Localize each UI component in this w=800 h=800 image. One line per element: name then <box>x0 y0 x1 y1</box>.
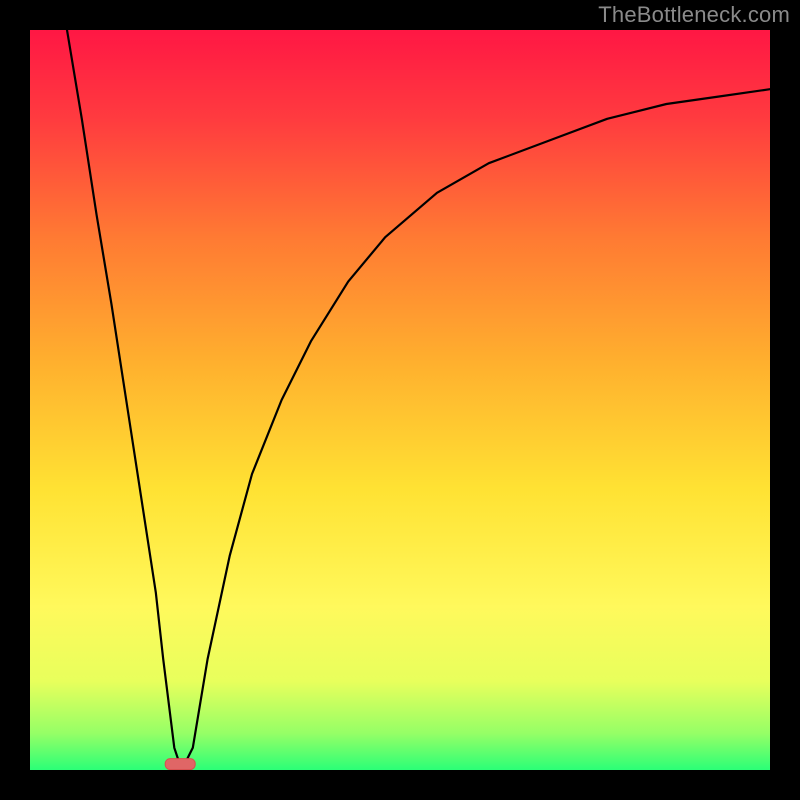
gradient-background <box>30 30 770 770</box>
plot-area <box>30 30 770 770</box>
chart-frame: TheBottleneck.com <box>0 0 800 800</box>
minimum-marker <box>165 759 195 770</box>
chart-svg <box>30 30 770 770</box>
watermark-label: TheBottleneck.com <box>598 2 790 28</box>
